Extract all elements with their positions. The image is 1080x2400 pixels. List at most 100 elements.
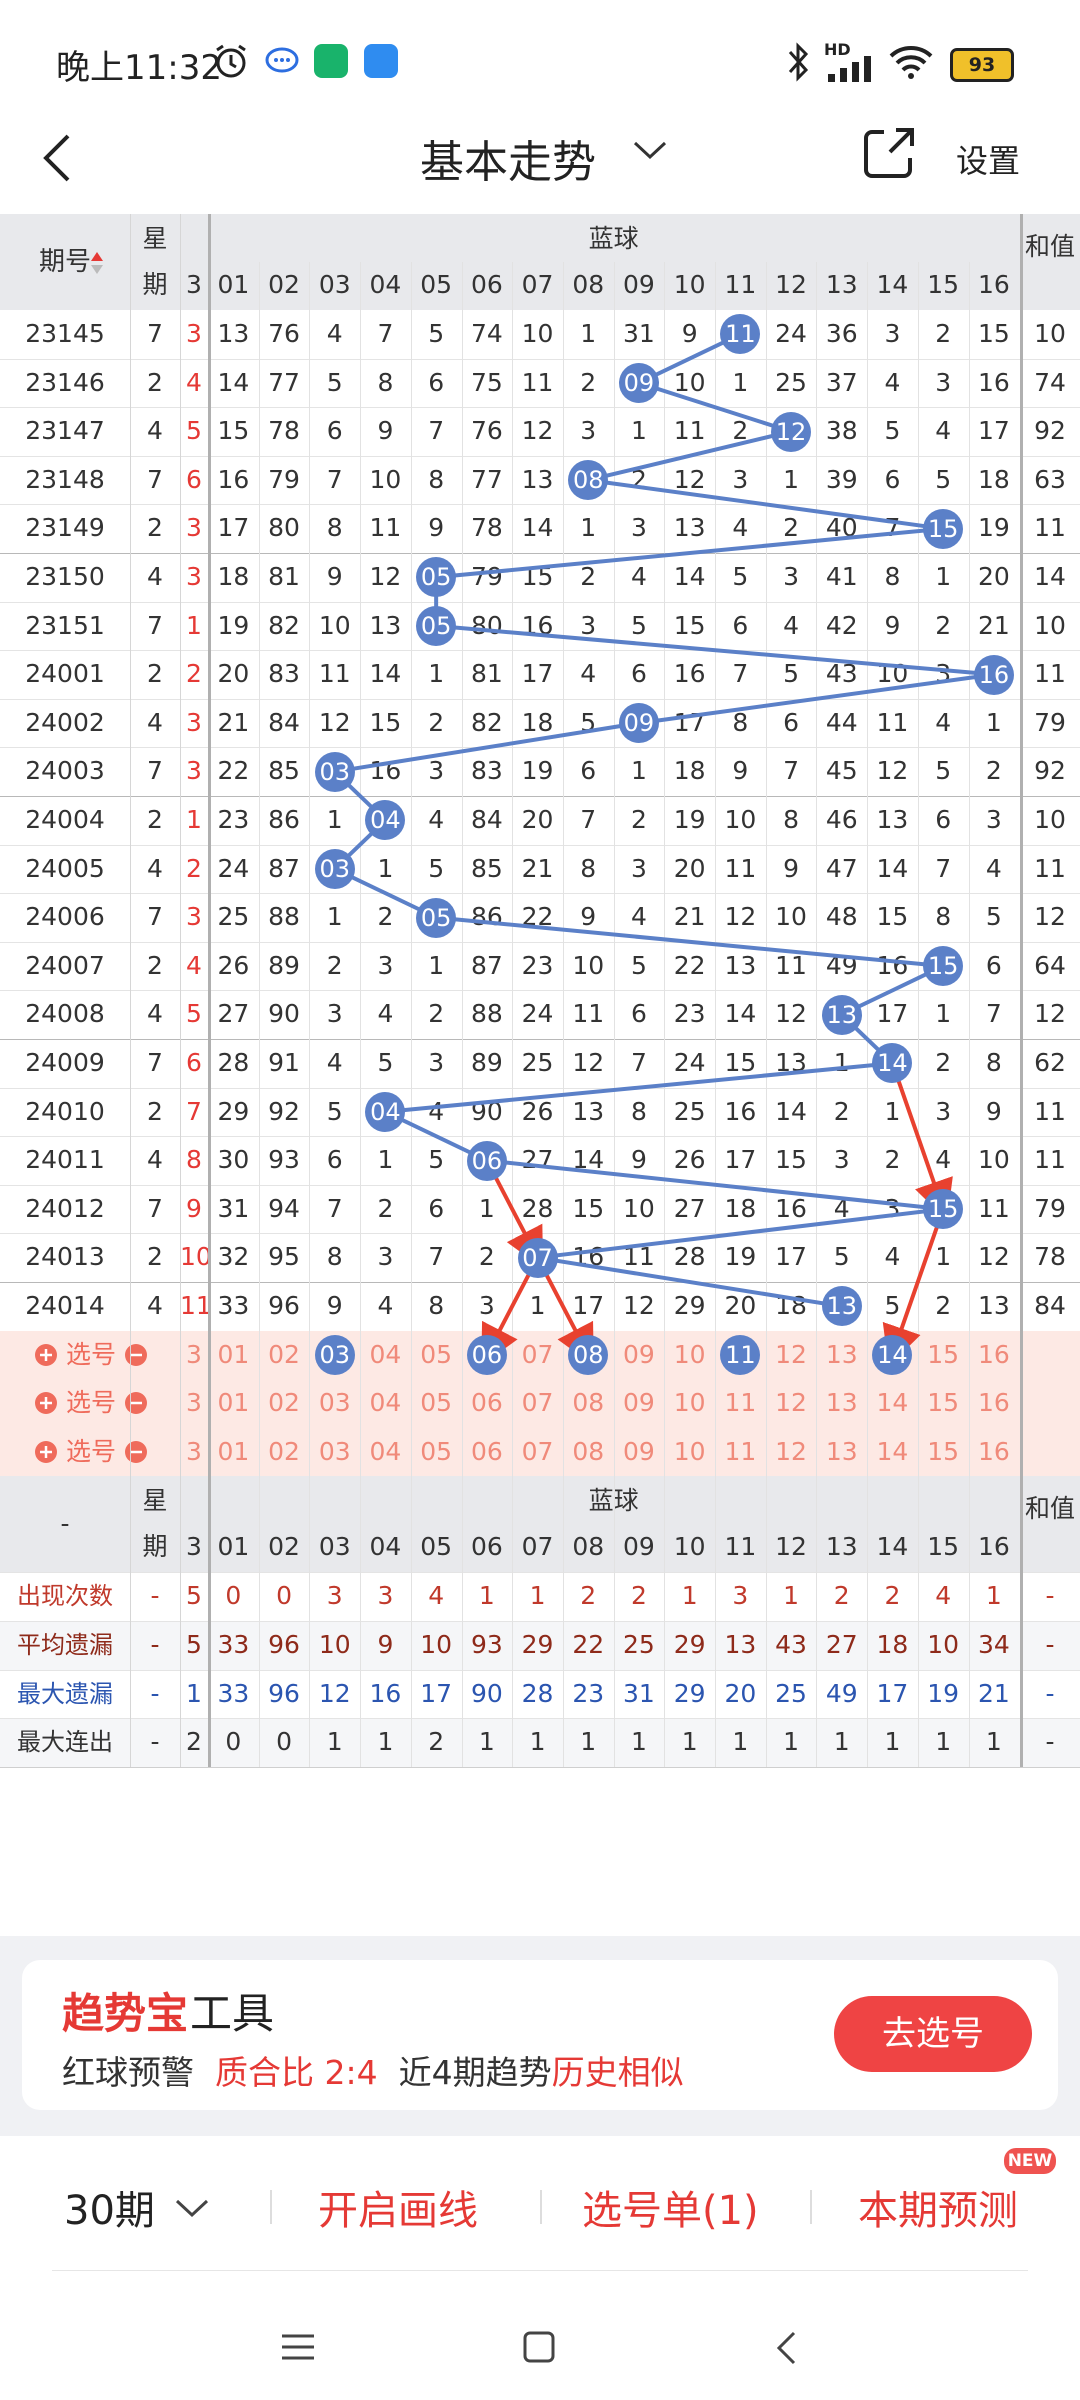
select-number[interactable]: 14 (867, 1379, 918, 1428)
select-number[interactable]: 06 (462, 1428, 513, 1477)
column-divider (867, 262, 869, 1767)
plus-circle-icon[interactable] (34, 1440, 58, 1464)
page-title[interactable]: 基本走势 (420, 126, 596, 190)
prev-col-value: 9 (186, 1193, 202, 1223)
chevron-down-icon[interactable] (174, 2196, 210, 2220)
stats-value: 29 (673, 1678, 706, 1708)
sum-value: 12 (1034, 999, 1066, 1029)
select-number[interactable]: 12 (766, 1379, 817, 1428)
stats-value: 16 (369, 1678, 402, 1708)
select-number[interactable]: 11 (715, 1379, 766, 1428)
minus-circle-icon[interactable] (124, 1391, 148, 1415)
select-number[interactable]: 08 (563, 1379, 614, 1428)
select-number[interactable]: 14 (867, 1428, 918, 1477)
issue-number: 24011 (25, 1145, 105, 1175)
back-arrow-icon[interactable] (38, 130, 78, 186)
select-number[interactable]: 12 (766, 1428, 817, 1477)
miss-value: 1 (428, 950, 445, 980)
select-number[interactable]: 15 (918, 1331, 969, 1380)
stats-value: 1 (833, 1727, 850, 1757)
draw-line-button[interactable]: 开启画线 (318, 2178, 478, 2236)
miss-value: 28 (521, 1193, 554, 1223)
select-number[interactable]: 01 (208, 1331, 259, 1380)
select-number[interactable]: 05 (411, 1379, 462, 1428)
column-divider (512, 262, 514, 1767)
miss-value: 32 (217, 1242, 250, 1272)
miss-value: 10 (775, 902, 807, 932)
select-number[interactable]: 15 (918, 1428, 969, 1477)
selection-list-button[interactable]: 选号单(1) (582, 2178, 759, 2236)
selected-ball[interactable]: 11 (720, 1334, 761, 1375)
miss-value: 12 (724, 902, 757, 932)
miss-value: 3 (377, 1242, 394, 1272)
select-number[interactable]: 13 (816, 1428, 867, 1477)
select-number[interactable]: 16 (969, 1379, 1020, 1428)
miss-value: 22 (521, 902, 554, 932)
select-number[interactable]: 04 (360, 1379, 411, 1428)
home-icon[interactable] (522, 2330, 556, 2364)
miss-value: 4 (377, 999, 394, 1029)
select-number[interactable]: 02 (259, 1331, 310, 1380)
period-selector[interactable]: 30期 (64, 2178, 155, 2236)
select-number[interactable]: 09 (614, 1379, 665, 1428)
select-number[interactable]: 08 (563, 1428, 614, 1477)
menu-icon[interactable] (280, 2332, 316, 2362)
select-number[interactable]: 03 (309, 1379, 360, 1428)
blue-ball: 05 (416, 557, 457, 598)
miss-value: 5 (935, 756, 952, 786)
prediction-button[interactable]: 本期预测 (858, 2178, 1018, 2236)
selected-ball[interactable]: 03 (314, 1334, 355, 1375)
miss-value: 15 (977, 319, 1010, 348)
select-number[interactable]: 01 (208, 1428, 259, 1477)
minus-circle-icon[interactable] (124, 1343, 148, 1367)
select-number[interactable]: 12 (766, 1331, 817, 1380)
select-number[interactable]: 10 (664, 1379, 715, 1428)
selected-ball[interactable]: 08 (568, 1334, 609, 1375)
plus-circle-icon[interactable] (34, 1343, 58, 1367)
select-number[interactable]: 09 (614, 1428, 665, 1477)
back-icon[interactable] (774, 2330, 800, 2366)
chevron-down-icon[interactable] (632, 138, 668, 162)
select-number[interactable]: 10 (664, 1331, 715, 1380)
select-number[interactable]: 16 (969, 1428, 1020, 1477)
go-select-button[interactable]: 去选号 (834, 1996, 1032, 2072)
minus-circle-icon[interactable] (124, 1440, 148, 1464)
selected-ball[interactable]: 06 (466, 1334, 507, 1375)
select-number[interactable]: 05 (411, 1428, 462, 1477)
select-number[interactable]: 09 (614, 1331, 665, 1380)
select-number[interactable]: 15 (918, 1379, 969, 1428)
select-number[interactable]: 04 (360, 1428, 411, 1477)
select-number[interactable]: 07 (512, 1428, 563, 1477)
select-number[interactable]: 13 (816, 1331, 867, 1380)
stats-value: 31 (623, 1678, 655, 1708)
select-number[interactable]: 04 (360, 1331, 411, 1380)
miss-value: 3 (732, 464, 749, 494)
miss-value: 19 (977, 513, 1010, 543)
select-number[interactable]: 16 (969, 1331, 1020, 1380)
settings-button[interactable]: 设置 (956, 136, 1020, 182)
miss-value: 25 (521, 1048, 554, 1077)
miss-value: 7 (732, 659, 749, 689)
sort-icon[interactable] (90, 250, 104, 276)
select-number[interactable]: 07 (512, 1379, 563, 1428)
plus-circle-icon[interactable] (34, 1391, 58, 1415)
select-number[interactable]: 03 (309, 1428, 360, 1477)
select-number[interactable]: 06 (462, 1379, 513, 1428)
issue-number: 23151 (25, 610, 105, 640)
share-icon[interactable] (862, 126, 916, 180)
select-number[interactable]: 02 (259, 1428, 310, 1477)
select-number[interactable]: 07 (512, 1331, 563, 1380)
miss-value: 1 (377, 1145, 394, 1175)
select-number[interactable]: 13 (816, 1379, 867, 1428)
miss-value: 20 (977, 562, 1010, 591)
select-number[interactable]: 05 (411, 1331, 462, 1380)
miss-value: 15 (876, 902, 909, 932)
prev-col-value: 3 (186, 1339, 202, 1369)
select-number[interactable]: 10 (664, 1428, 715, 1477)
select-number[interactable]: 11 (715, 1428, 766, 1477)
select-number[interactable]: 02 (259, 1379, 310, 1428)
stats-value: 2 (884, 1581, 901, 1611)
select-number[interactable]: 01 (208, 1379, 259, 1428)
selected-ball[interactable]: 14 (872, 1334, 913, 1375)
miss-value: 1 (326, 902, 343, 932)
